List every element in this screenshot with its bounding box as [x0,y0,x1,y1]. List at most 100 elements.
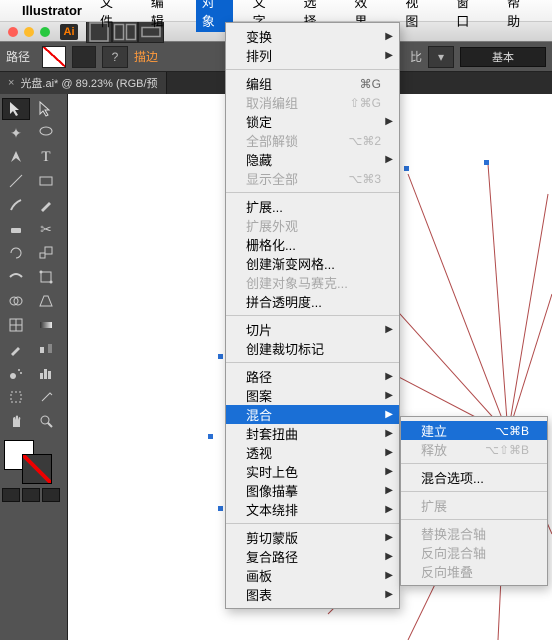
tool-line[interactable] [2,170,30,192]
anchor-handle[interactable] [218,506,223,511]
anchor-handle[interactable] [218,354,223,359]
tool-artboard[interactable] [2,386,30,408]
object-menu-item-20[interactable]: 路径▶ [226,367,399,386]
menu-item-shortcut: ⌘G [360,77,381,91]
menu-edit[interactable]: 编辑 [145,0,182,32]
blend-submenu: 建立⌥⌘B释放⌥⇧⌘B混合选项...扩展替换混合轴反向混合轴反向堆叠 [400,416,548,586]
app-name[interactable]: Illustrator [22,3,82,18]
tool-width[interactable] [2,266,30,288]
stroke-color-swatch[interactable] [22,454,52,484]
tool-free-transform[interactable] [32,266,60,288]
submenu-arrow-icon: ▶ [385,50,393,61]
object-menu-item-25[interactable]: 实时上色▶ [226,462,399,481]
object-menu-item-3[interactable]: 编组 ⌘G [226,74,399,93]
document-tab[interactable]: × 光盘.ai* @ 89.23% (RGB/预 [0,72,167,94]
tool-slice[interactable] [32,386,60,408]
object-menu-item-30[interactable]: 复合路径 ▶ [226,547,399,566]
menu-item-label: 编组 [246,74,336,93]
tool-eyedropper[interactable] [2,338,30,360]
fill-swatch[interactable] [42,46,66,68]
object-menu-item-7[interactable]: 隐藏▶ [226,150,399,169]
object-menu-item-21[interactable]: 图案▶ [226,386,399,405]
tool-lasso[interactable] [32,122,60,144]
minimize-window-button[interactable] [24,27,34,37]
object-menu-item-15[interactable]: 拼合透明度... [226,292,399,311]
tool-blend[interactable] [32,338,60,360]
tool-type[interactable]: T [32,146,60,168]
menu-item-label: 混合 [246,405,381,424]
close-window-button[interactable] [8,27,18,37]
draw-behind-icon[interactable] [22,488,40,502]
object-menu-item-29[interactable]: 剪切蒙版▶ [226,528,399,547]
tool-shape-builder[interactable] [2,290,30,312]
object-menu-item-18[interactable]: 创建裁切标记 [226,339,399,358]
tool-symbol-sprayer[interactable] [2,362,30,384]
object-menu-item-22[interactable]: 混合▶ [226,405,399,424]
menu-item-label: 封套扭曲 [246,424,381,443]
menu-item-label: 取消编组 [246,93,326,112]
anchor-handle[interactable] [208,434,213,439]
tool-direct-selection[interactable] [32,98,60,120]
object-menu-item-17[interactable]: 切片▶ [226,320,399,339]
object-menu-item-27[interactable]: 文本绕排▶ [226,500,399,519]
submenu-arrow-icon: ▶ [385,551,393,562]
menu-window[interactable]: 窗口 [450,0,487,32]
object-menu-item-0[interactable]: 变换▶ [226,27,399,46]
menu-item-shortcut: ⌥⌘2 [348,134,381,148]
anchor-handle[interactable] [484,160,489,165]
blend-submenu-item-0[interactable]: 建立⌥⌘B [401,421,547,440]
menu-item-label: 图案 [246,386,381,405]
draw-inside-icon[interactable] [42,488,60,502]
object-menu-item-32[interactable]: 图表▶ [226,585,399,604]
help-button[interactable]: ? [102,46,128,68]
object-menu-separator [226,315,399,316]
tool-perspective[interactable] [32,290,60,312]
object-menu-item-31[interactable]: 画板▶ [226,566,399,585]
tool-scissors[interactable]: ✂ [32,218,60,240]
object-menu-item-8: 显示全部⌥⌘3 [226,169,399,188]
tool-eraser[interactable] [2,218,30,240]
object-menu-item-26[interactable]: 图像描摹▶ [226,481,399,500]
draw-normal-icon[interactable] [2,488,20,502]
object-menu-separator [226,362,399,363]
close-tab-icon[interactable]: × [8,77,14,89]
submenu-arrow-icon: ▶ [385,466,393,477]
tool-zoom[interactable] [32,410,60,432]
tool-graph[interactable] [32,362,60,384]
tool-brush[interactable] [2,194,30,216]
tool-pencil[interactable] [32,194,60,216]
tool-gradient[interactable] [32,314,60,336]
tool-rotate[interactable] [2,242,30,264]
tool-scale[interactable] [32,242,60,264]
object-menu-item-23[interactable]: 封套扭曲▶ [226,424,399,443]
menu-view[interactable]: 视图 [399,0,436,32]
ratio-dropdown[interactable]: ▾ [428,46,454,68]
brush-definition-select[interactable]: 基本 [460,47,546,67]
tool-magic-wand[interactable]: ✦ [2,122,30,144]
zoom-window-button[interactable] [40,27,50,37]
tool-selection[interactable] [2,98,30,120]
submenu-arrow-icon: ▶ [385,371,393,382]
menu-item-shortcut: ⌥⌘B [495,424,529,438]
object-menu-item-24[interactable]: 透视▶ [226,443,399,462]
object-menu-item-5[interactable]: 锁定▶ [226,112,399,131]
anchor-handle[interactable] [404,166,409,171]
menu-file[interactable]: 文件 [94,0,131,32]
tool-hand[interactable] [2,410,30,432]
tool-pen[interactable] [2,146,30,168]
blend-submenu-item-3[interactable]: 混合选项... [401,468,547,487]
stroke-swatch[interactable] [72,46,96,68]
ratio-label: 比 [410,48,422,65]
object-menu-item-13[interactable]: 创建渐变网格... [226,254,399,273]
menu-item-label: 复合路径 [246,547,381,566]
object-menu-item-1[interactable]: 排列▶ [226,46,399,65]
menu-help[interactable]: 帮助 [501,0,538,32]
tool-rectangle[interactable] [32,170,60,192]
menu-item-label: 显示全部 [246,169,324,188]
object-menu-item-12[interactable]: 栅格化... [226,235,399,254]
menu-item-label: 释放 [421,440,461,459]
object-menu-item-10[interactable]: 扩展... [226,197,399,216]
submenu-arrow-icon: ▶ [385,532,393,543]
tool-mesh[interactable] [2,314,30,336]
fill-stroke-swatch[interactable] [2,438,58,484]
